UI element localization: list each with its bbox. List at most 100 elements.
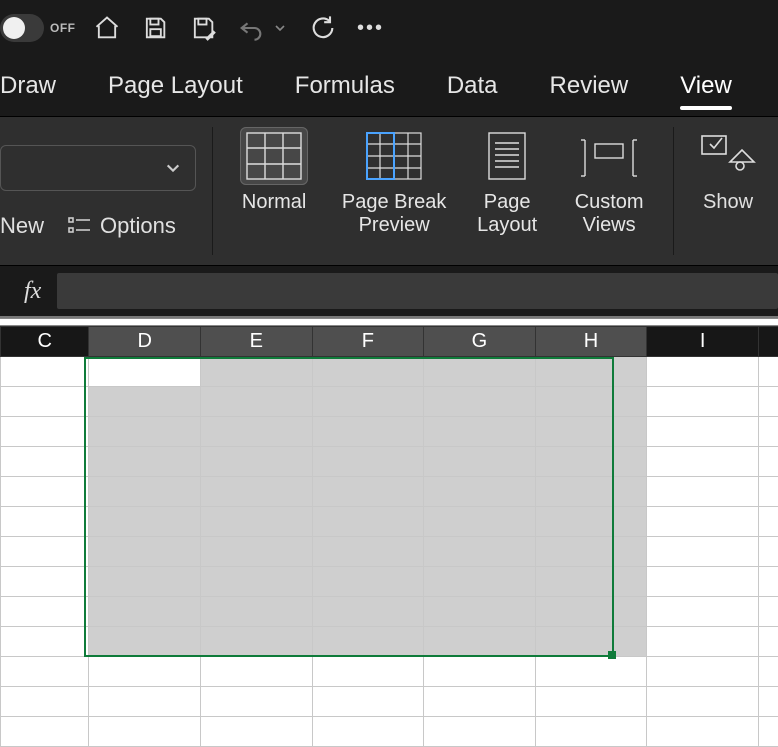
cell[interactable] — [1, 417, 89, 447]
cell[interactable] — [312, 417, 424, 447]
cell[interactable] — [535, 717, 647, 747]
cell[interactable] — [535, 357, 647, 387]
col-header[interactable]: H — [535, 327, 647, 357]
cell[interactable] — [535, 657, 647, 687]
cell[interactable] — [89, 447, 201, 477]
col-header[interactable]: F — [312, 327, 424, 357]
grid-row[interactable] — [1, 387, 778, 417]
col-header[interactable]: D — [89, 327, 201, 357]
grid-row[interactable] — [1, 597, 778, 627]
cell[interactable] — [758, 447, 778, 477]
cell[interactable] — [89, 717, 201, 747]
spreadsheet-grid[interactable]: C D E F G H I J — [0, 326, 778, 747]
cell[interactable] — [535, 477, 647, 507]
cell[interactable] — [201, 597, 313, 627]
cell[interactable] — [758, 597, 778, 627]
cell[interactable] — [535, 507, 647, 537]
cell[interactable] — [89, 387, 201, 417]
cell[interactable] — [1, 687, 89, 717]
grid-row[interactable] — [1, 507, 778, 537]
tab-data[interactable]: Data — [447, 72, 498, 100]
grid-row[interactable] — [1, 657, 778, 687]
cell[interactable] — [1, 477, 89, 507]
grid-row[interactable] — [1, 537, 778, 567]
tab-draw[interactable]: Draw — [0, 72, 56, 100]
cell[interactable] — [312, 447, 424, 477]
cell[interactable] — [424, 687, 536, 717]
cell[interactable] — [1, 357, 89, 387]
cell[interactable] — [535, 597, 647, 627]
cell[interactable] — [647, 357, 759, 387]
cell[interactable] — [1, 447, 89, 477]
cell[interactable] — [758, 657, 778, 687]
cell[interactable] — [1, 657, 89, 687]
cell[interactable] — [1, 717, 89, 747]
cell[interactable] — [424, 507, 536, 537]
page-layout-view-button[interactable]: Page Layout — [467, 127, 547, 237]
cell[interactable] — [201, 567, 313, 597]
ribbon-group-show[interactable]: Show — [678, 117, 778, 265]
save-edit-icon[interactable] — [186, 11, 220, 45]
cell[interactable] — [424, 447, 536, 477]
cell[interactable] — [424, 567, 536, 597]
cell[interactable] — [201, 447, 313, 477]
cell[interactable] — [758, 567, 778, 597]
cell[interactable] — [647, 597, 759, 627]
tab-review[interactable]: Review — [550, 72, 629, 100]
col-header[interactable]: J — [758, 327, 778, 357]
cell[interactable] — [201, 357, 313, 387]
save-icon[interactable] — [138, 11, 172, 45]
cell[interactable] — [312, 567, 424, 597]
cell[interactable] — [647, 717, 759, 747]
cell[interactable] — [424, 597, 536, 627]
cell[interactable] — [201, 657, 313, 687]
cell[interactable] — [758, 387, 778, 417]
cell[interactable] — [201, 417, 313, 447]
cell[interactable] — [758, 357, 778, 387]
fx-icon[interactable]: fx — [24, 278, 41, 305]
cell[interactable] — [535, 537, 647, 567]
cell[interactable] — [424, 537, 536, 567]
grid-row[interactable] — [1, 627, 778, 657]
cell[interactable] — [424, 657, 536, 687]
cell[interactable] — [535, 687, 647, 717]
cell[interactable] — [1, 387, 89, 417]
cell[interactable] — [201, 477, 313, 507]
cell[interactable] — [312, 477, 424, 507]
cell[interactable] — [535, 387, 647, 417]
cell[interactable] — [647, 507, 759, 537]
cell[interactable] — [647, 387, 759, 417]
cell[interactable] — [89, 537, 201, 567]
cell[interactable] — [201, 387, 313, 417]
cell[interactable] — [89, 507, 201, 537]
tab-formulas[interactable]: Formulas — [295, 72, 395, 100]
cell[interactable] — [1, 537, 89, 567]
cell[interactable] — [535, 567, 647, 597]
page-break-preview-button[interactable]: Page Break Preview — [339, 127, 449, 237]
cell[interactable] — [758, 537, 778, 567]
cell[interactable] — [758, 417, 778, 447]
cell[interactable] — [758, 717, 778, 747]
grid-row[interactable] — [1, 477, 778, 507]
grid-row[interactable] — [1, 567, 778, 597]
undo-icon[interactable] — [234, 11, 268, 45]
cell[interactable] — [312, 507, 424, 537]
tab-page-layout[interactable]: Page Layout — [108, 72, 243, 100]
cell[interactable] — [647, 687, 759, 717]
cell[interactable] — [758, 477, 778, 507]
cell[interactable] — [647, 627, 759, 657]
cell[interactable] — [758, 507, 778, 537]
cell[interactable] — [758, 627, 778, 657]
cell[interactable] — [312, 627, 424, 657]
formula-input[interactable] — [57, 273, 778, 309]
cell[interactable] — [89, 417, 201, 447]
cell[interactable] — [201, 717, 313, 747]
cell[interactable] — [201, 537, 313, 567]
cell[interactable] — [312, 387, 424, 417]
grid-row[interactable] — [1, 357, 778, 387]
col-header[interactable]: E — [201, 327, 313, 357]
sheet-view-options-button[interactable]: Options — [68, 213, 176, 239]
cell[interactable] — [89, 597, 201, 627]
cell[interactable] — [535, 447, 647, 477]
cell[interactable] — [201, 627, 313, 657]
